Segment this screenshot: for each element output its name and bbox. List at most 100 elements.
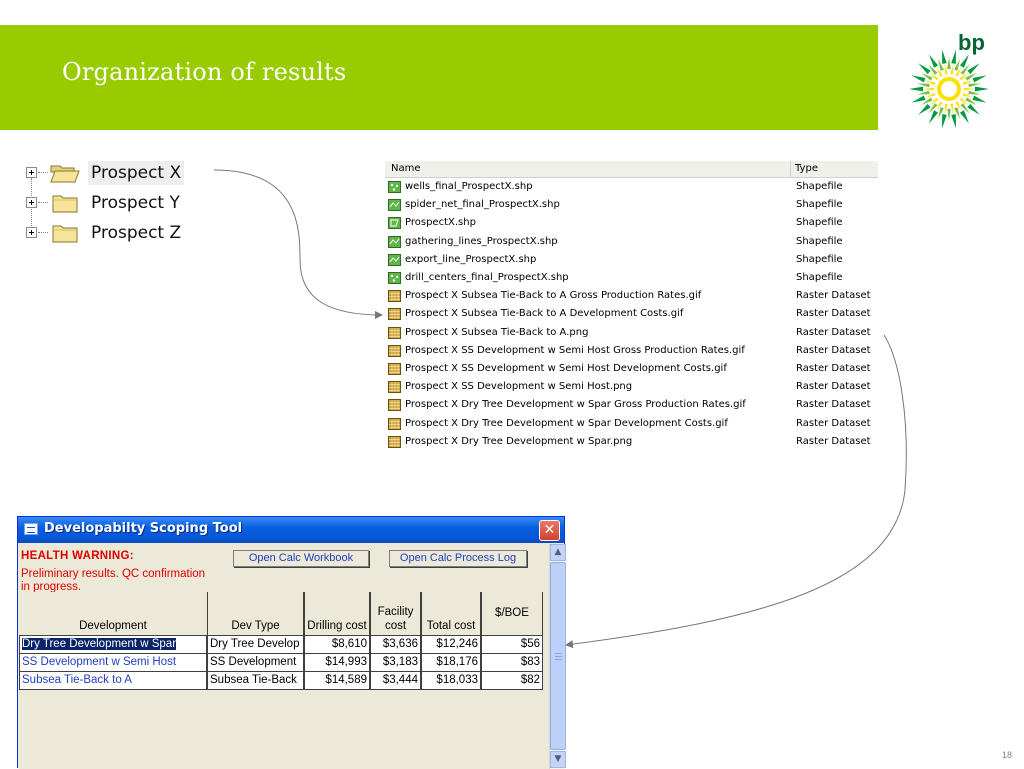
tree-item-prospect-y[interactable]: Prospect Y bbox=[26, 190, 206, 220]
file-name: Prospect X Dry Tree Development w Spar G… bbox=[405, 399, 746, 411]
file-row[interactable]: Prospect X SS Development w Semi Host De… bbox=[385, 361, 878, 379]
file-list-header: Name Type bbox=[385, 161, 878, 178]
file-row[interactable]: Prospect X Subsea Tie-Back to A Gross Pr… bbox=[385, 288, 878, 306]
file-name: Prospect X SS Development w Semi Host.pn… bbox=[405, 381, 633, 393]
column-header-name[interactable]: Name bbox=[391, 163, 421, 174]
column-header-per-boe: $/BOE bbox=[481, 592, 543, 636]
expand-icon[interactable] bbox=[26, 167, 37, 178]
tree-item-label: Prospect Y bbox=[91, 193, 180, 213]
file-type: Raster Dataset bbox=[796, 308, 871, 320]
column-header-drilling-cost: Drilling cost bbox=[304, 592, 370, 636]
file-type: Shapefile bbox=[796, 272, 843, 283]
cell-facility-cost: $3,183 bbox=[370, 654, 421, 672]
line-shapefile-icon bbox=[388, 235, 401, 248]
point-shapefile-icon bbox=[388, 181, 401, 193]
scroll-up-icon[interactable]: ▲ bbox=[550, 544, 566, 561]
tree-item-label: Prospect Z bbox=[91, 223, 182, 243]
file-type: Shapefile bbox=[796, 235, 843, 247]
dialog-content: HEALTH WARNING: Preliminary results. QC … bbox=[19, 544, 549, 769]
scroll-thumb[interactable] bbox=[550, 562, 566, 750]
cell-facility-cost: $3,444 bbox=[370, 672, 421, 690]
column-header-total-cost: Total cost bbox=[421, 592, 481, 636]
cell-development[interactable]: Dry Tree Development w Spar bbox=[19, 636, 207, 654]
file-name: Prospect X SS Development w Semi Host Gr… bbox=[405, 344, 745, 356]
raster-icon bbox=[388, 399, 401, 412]
file-type: Raster Dataset bbox=[796, 399, 871, 411]
line-shapefile-icon bbox=[388, 253, 401, 266]
tree-item-prospect-x[interactable]: Prospect X bbox=[26, 160, 206, 190]
point-shapefile-icon bbox=[388, 272, 401, 284]
close-button[interactable]: ✕ bbox=[539, 520, 560, 541]
file-name: Prospect X Subsea Tie-Back to A Developm… bbox=[405, 308, 684, 320]
column-header-type[interactable]: Type bbox=[795, 163, 818, 174]
file-row[interactable]: Prospect X Dry Tree Development w Spar G… bbox=[385, 397, 878, 415]
file-name: Prospect X Subsea Tie-Back to A Gross Pr… bbox=[405, 290, 702, 302]
cell-development[interactable]: SS Development w Semi Host bbox=[19, 654, 207, 672]
file-type: Shapefile bbox=[796, 253, 843, 265]
page-number: 18 bbox=[1002, 750, 1013, 760]
slide-title: Organization of results bbox=[62, 58, 347, 86]
file-name: Prospect X Subsea Tie-Back to A.png bbox=[405, 326, 589, 338]
file-row[interactable]: Prospect X Dry Tree Development w Spar.p… bbox=[385, 434, 878, 452]
file-row[interactable]: ProspectX.shp Shapefile bbox=[385, 215, 878, 233]
column-header-development: Development bbox=[19, 592, 207, 636]
raster-icon bbox=[388, 435, 401, 448]
selected-text: Dry Tree Development w Spar bbox=[22, 638, 177, 650]
file-name: export_line_ProspectX.shp bbox=[405, 253, 537, 265]
cell-total-cost: $12,246 bbox=[421, 636, 481, 654]
cell-drilling-cost: $14,993 bbox=[304, 654, 370, 672]
cell-total-cost: $18,176 bbox=[421, 654, 481, 672]
tree-item-prospect-z[interactable]: Prospect Z bbox=[26, 220, 206, 250]
file-row[interactable]: Prospect X Subsea Tie-Back to A.png Raste… bbox=[385, 325, 878, 343]
file-name: wells_final_ProspectX.shp bbox=[405, 181, 533, 192]
file-row[interactable]: Prospect X Subsea Tie-Back to A Developm… bbox=[385, 306, 878, 324]
folder-icon bbox=[52, 225, 78, 243]
file-name: Prospect X Dry Tree Development w Spar D… bbox=[405, 417, 728, 429]
file-type: Raster Dataset bbox=[796, 417, 871, 429]
open-calc-workbook-button[interactable]: Open Calc Workbook bbox=[233, 550, 369, 567]
column-header-facility-cost: Facility cost bbox=[370, 592, 421, 636]
file-type: Raster Dataset bbox=[796, 435, 871, 447]
window-title: Developabilty Scoping Tool bbox=[44, 521, 243, 536]
cell-facility-cost: $3,636 bbox=[370, 636, 421, 654]
file-type: Shapefile bbox=[796, 181, 843, 192]
raster-icon bbox=[388, 381, 401, 394]
cell-total-cost: $18,033 bbox=[421, 672, 481, 690]
file-row[interactable]: spider_net_final_ProspectX.shp Shapefile bbox=[385, 197, 878, 215]
health-warning-title: HEALTH WARNING: bbox=[21, 550, 134, 562]
file-type: Shapefile bbox=[796, 199, 843, 211]
open-calc-process-log-button[interactable]: Open Calc Process Log bbox=[389, 550, 527, 567]
expand-icon[interactable] bbox=[26, 197, 37, 208]
line-shapefile-icon bbox=[388, 199, 401, 212]
raster-icon bbox=[388, 363, 401, 375]
file-type: Raster Dataset bbox=[796, 344, 871, 356]
window-titlebar[interactable]: Developabilty Scoping Tool ✕ bbox=[18, 517, 564, 543]
file-row[interactable]: drill_centers_final_ProspectX.shp Shapefi… bbox=[385, 270, 878, 288]
cell-per-boe: $82 bbox=[481, 672, 543, 690]
cell-dev-type: Subsea Tie-Back bbox=[207, 672, 304, 690]
vertical-scrollbar[interactable]: ▲ ▼ bbox=[549, 544, 566, 769]
cell-per-boe: $83 bbox=[481, 654, 543, 672]
file-row[interactable]: Prospect X SS Development w Semi Host Gr… bbox=[385, 343, 878, 361]
file-row[interactable]: Prospect X Dry Tree Development w Spar D… bbox=[385, 416, 878, 434]
developability-scoping-tool-window: Developabilty Scoping Tool ✕ HEALTH WARN… bbox=[17, 516, 566, 769]
file-row[interactable]: wells_final_ProspectX.shp Shapefile bbox=[385, 179, 878, 197]
raster-icon bbox=[388, 326, 401, 339]
raster-icon bbox=[388, 417, 401, 430]
file-name: gathering_lines_ProspectX.shp bbox=[405, 235, 558, 247]
file-row[interactable]: export_line_ProspectX.shp Shapefile bbox=[385, 252, 878, 270]
file-row[interactable]: Prospect X SS Development w Semi Host.pn… bbox=[385, 379, 878, 397]
polygon-shapefile-icon bbox=[388, 217, 401, 230]
file-type: Shapefile bbox=[796, 217, 843, 229]
expand-icon[interactable] bbox=[26, 227, 37, 238]
file-name: spider_net_final_ProspectX.shp bbox=[405, 199, 560, 211]
file-type: Raster Dataset bbox=[796, 326, 871, 338]
file-row[interactable]: gathering_lines_ProspectX.shp Shapefile bbox=[385, 234, 878, 252]
bp-helios-logo-icon bbox=[909, 49, 989, 129]
cell-dev-type: Dry Tree Develop bbox=[207, 636, 304, 654]
cell-development[interactable]: Subsea Tie-Back to A bbox=[19, 672, 207, 690]
form-icon bbox=[24, 523, 38, 535]
file-type: Raster Dataset bbox=[796, 363, 871, 374]
scroll-down-icon[interactable]: ▼ bbox=[550, 751, 566, 768]
raster-icon bbox=[388, 344, 401, 357]
